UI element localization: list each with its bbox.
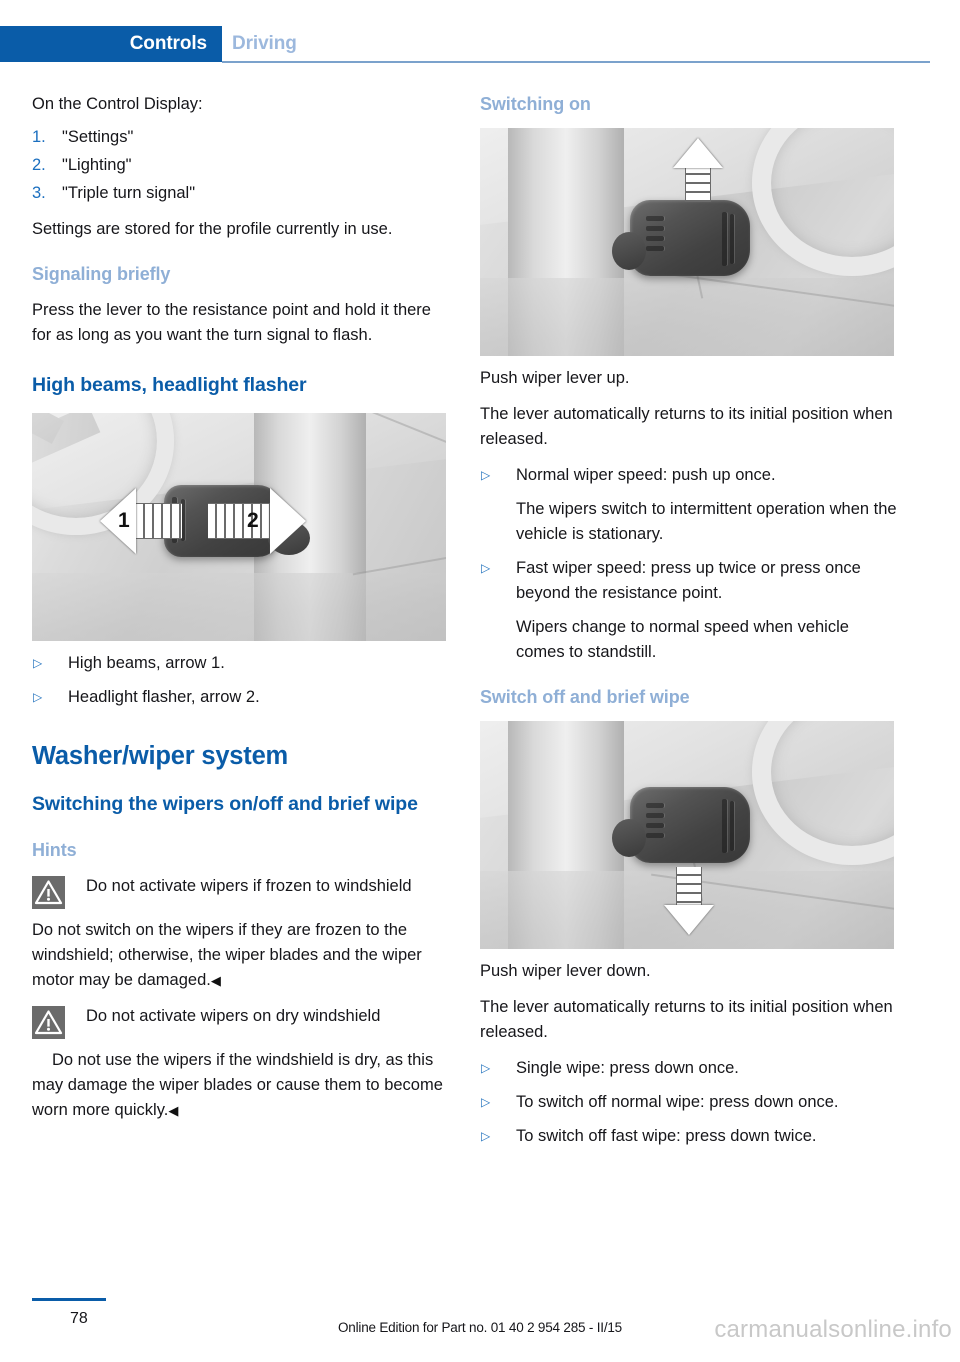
- heading-switching-on: Switching on: [480, 94, 591, 114]
- control-display-intro: On the Control Display:: [32, 95, 203, 113]
- list-item: ▷ Fast wiper speed: press up twice or pr…: [480, 556, 898, 606]
- heading-signaling-briefly: Signaling briefly: [32, 264, 171, 284]
- high-beams-bullets: ▷ High beams, arrow 1. ▷ Headlight flash…: [32, 651, 450, 710]
- tab-driving[interactable]: Driving: [232, 26, 297, 62]
- heading-switching-wipers: Switching the wipers on/off and brief wi…: [32, 793, 418, 815]
- header-divider: [222, 61, 930, 63]
- control-display-steps: 1. "Settings" 2. "Lighting" 3. "Triple t…: [32, 125, 450, 206]
- triangle-bullet-icon: ▷: [481, 468, 491, 482]
- arrow-down-head: [664, 905, 714, 935]
- list-item-continuation: ▷ Wipers change to normal speed when veh…: [480, 615, 898, 665]
- right-column: Switching on Push wiper lever up. The le…: [480, 92, 898, 1158]
- end-marker: ◀: [210, 973, 221, 988]
- tab-driving-label: Driving: [232, 33, 297, 54]
- bullet-label: Headlight flasher, arrow 2.: [68, 688, 260, 706]
- list-item: ▷ Normal wiper speed: push up once.: [480, 463, 898, 488]
- bullet-label: To switch off normal wipe: press down on…: [516, 1093, 839, 1111]
- bullet-continuation: Wipers change to normal speed when vehic…: [516, 618, 849, 661]
- triangle-bullet-icon: ▷: [481, 1095, 491, 1109]
- warning-note-dry: Do not activate wipers on dry windshield: [32, 1004, 450, 1039]
- warning-triangle-icon: [32, 1006, 65, 1039]
- arrow-1-shaft: [136, 503, 182, 539]
- arrow-2-head: [270, 488, 306, 554]
- step-label: "Settings": [62, 128, 134, 146]
- bullet-label: Fast wiper speed: press up twice or pres…: [516, 559, 861, 602]
- step-label: "Lighting": [62, 156, 132, 174]
- warning-note-body: Do not use the wipers if the windshield …: [32, 1051, 443, 1119]
- footer-divider: [32, 1298, 106, 1301]
- left-column: On the Control Display: 1. "Settings" 2.…: [32, 92, 450, 1123]
- triangle-bullet-icon: ▷: [481, 1061, 491, 1075]
- bullet-continuation: The wipers switch to intermittent operat…: [516, 500, 897, 543]
- heading-switch-off-brief-wipe: Switch off and brief wipe: [480, 687, 690, 707]
- heading-high-beams: High beams, headlight flasher: [32, 374, 307, 396]
- lever-returns-note-1: The lever automatically returns to its i…: [480, 405, 893, 448]
- warning-note-title: Do not activate wipers on dry windshield: [86, 1007, 381, 1025]
- signaling-briefly-body: Press the lever to the resistance point …: [32, 301, 431, 344]
- list-item: ▷ High beams, arrow 1.: [32, 651, 450, 676]
- step-number: 2.: [32, 156, 46, 174]
- stalk-tip: [612, 819, 646, 857]
- manual-page: Controls Driving On the Control Display:…: [0, 0, 960, 1362]
- list-item: ▷ To switch off normal wipe: press down …: [480, 1090, 898, 1115]
- list-item: ▷ Headlight flasher, arrow 2.: [32, 685, 450, 710]
- step-label: "Triple turn signal": [62, 184, 196, 202]
- warning-note-title: Do not activate wipers if frozen to wind…: [86, 877, 412, 895]
- triangle-bullet-icon: ▷: [481, 561, 491, 575]
- push-up-instruction: Push wiper lever up.: [480, 369, 630, 387]
- bullet-label: To switch off fast wipe: press down twic…: [516, 1127, 817, 1145]
- switching-on-bullets: ▷ Normal wiper speed: push up once. ▷ Th…: [480, 463, 898, 665]
- list-item: 1. "Settings": [32, 125, 450, 150]
- arrow-2-label: 2: [247, 509, 259, 532]
- arrow-up-shaft: [685, 166, 711, 202]
- step-number: 3.: [32, 184, 46, 202]
- figure-high-beams-lever: 1 2: [32, 413, 446, 641]
- triangle-bullet-icon: ▷: [481, 1129, 491, 1143]
- end-marker: ◀: [168, 1103, 179, 1118]
- stalk-tip: [612, 232, 646, 270]
- arrow-2-shaft: [208, 503, 270, 539]
- settings-profile-note: Settings are stored for the profile curr…: [32, 220, 393, 238]
- photo-scene: 1 2: [32, 413, 446, 641]
- bullet-label: High beams, arrow 1.: [68, 654, 225, 672]
- switch-off-bullets: ▷ Single wipe: press down once. ▷ To swi…: [480, 1056, 898, 1149]
- arrow-1-label: 1: [118, 509, 130, 532]
- list-item: ▷ Single wipe: press down once.: [480, 1056, 898, 1081]
- warning-note-frozen: Do not activate wipers if frozen to wind…: [32, 874, 450, 909]
- warning-triangle-icon: [32, 876, 65, 909]
- list-item: 2. "Lighting": [32, 153, 450, 178]
- arrow-up-head: [673, 138, 723, 168]
- figure-wiper-lever-down: [480, 721, 894, 949]
- step-number: 1.: [32, 128, 46, 146]
- triangle-bullet-icon: ▷: [33, 690, 43, 704]
- page-footer: 78 Online Edition for Part no. 01 40 2 9…: [0, 1288, 960, 1362]
- watermark: carmanualsonline.info: [714, 1316, 952, 1343]
- lever-returns-note-2: The lever automatically returns to its i…: [480, 998, 893, 1041]
- photo-scene: [480, 721, 894, 949]
- bullet-label: Single wipe: press down once.: [516, 1059, 739, 1077]
- list-item: ▷ To switch off fast wipe: press down tw…: [480, 1124, 898, 1149]
- tab-controls-label: Controls: [129, 33, 207, 54]
- heading-washer-wiper-system: Washer/wiper system: [32, 742, 289, 770]
- triangle-bullet-icon: ▷: [33, 656, 43, 670]
- heading-hints: Hints: [32, 840, 77, 860]
- list-item-continuation: ▷ The wipers switch to intermittent oper…: [480, 497, 898, 547]
- arrow-down-shaft: [676, 867, 702, 905]
- page-header: Controls Driving: [0, 26, 960, 63]
- tab-controls[interactable]: Controls: [0, 26, 222, 62]
- push-down-instruction: Push wiper lever down.: [480, 962, 651, 980]
- figure-wiper-lever-up: [480, 128, 894, 356]
- warning-note-body: Do not switch on the wipers if they are …: [32, 921, 422, 989]
- photo-scene: [480, 128, 894, 356]
- bullet-label: Normal wiper speed: push up once.: [516, 466, 776, 484]
- list-item: 3. "Triple turn signal": [32, 181, 450, 206]
